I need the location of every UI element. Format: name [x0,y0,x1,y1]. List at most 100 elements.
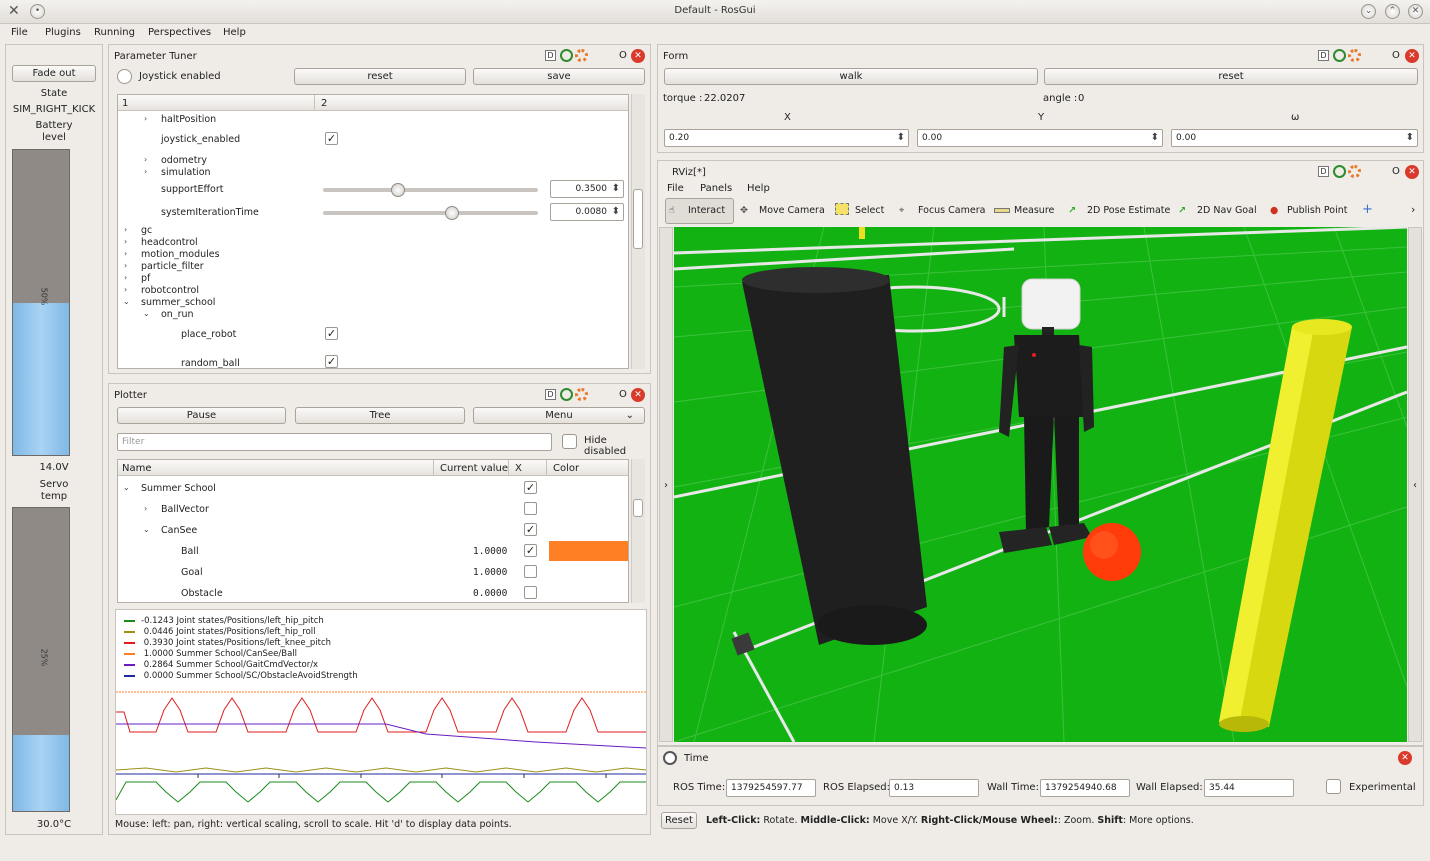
close-panel-icon[interactable]: ✕ [631,49,645,63]
left-dock-toggle[interactable]: › [659,227,673,742]
minimize-button[interactable]: ⌄ [1361,4,1376,19]
color-column-header[interactable]: Color [553,463,579,474]
options-icon[interactable]: O [619,389,627,400]
signal-plot-checkbox[interactable] [524,586,537,599]
menu-help[interactable]: Help [223,27,246,38]
filter-input[interactable]: Filter [117,433,552,451]
tree-item-haltposition[interactable]: haltPosition [161,114,216,125]
tree-item-simulation[interactable]: simulation [161,167,211,178]
systemiterationtime-slider[interactable] [323,206,538,220]
reload-icon[interactable] [1333,165,1346,178]
y-spinbox[interactable]: 0.00 [917,129,1163,147]
joystick-enabled-checkbox[interactable]: ✓ [325,132,338,145]
signal-plot-checkbox[interactable]: ✓ [524,481,537,494]
tool-move-camera[interactable]: Move Camera [759,205,825,216]
save-button[interactable]: save [473,68,645,85]
ros-elapsed-field[interactable]: 0.13 [889,779,979,797]
help-lifebuoy-icon[interactable] [575,49,588,62]
joystick-radio[interactable] [117,69,132,84]
tree-item-headcontrol[interactable]: headcontrol [141,237,198,248]
collapse-arrow-icon[interactable]: ⌄ [143,309,150,318]
collapse-arrow-icon[interactable]: ⌄ [123,483,130,492]
tree-item-systemiterationtime[interactable]: systemIterationTime [161,207,259,218]
supporteffort-slider[interactable] [323,183,538,197]
experimental-checkbox[interactable] [1326,779,1341,794]
help-lifebuoy-icon[interactable] [575,388,588,401]
systemiterationtime-spinbox[interactable]: 0.0080 [550,203,624,221]
close-panel-icon[interactable]: ✕ [1398,751,1412,765]
signal-plot-checkbox[interactable] [524,565,537,578]
signal-row-name[interactable]: Goal [181,567,203,578]
tree-item-odometry[interactable]: odometry [161,155,207,166]
parameter-tree-scrollbar[interactable] [631,94,645,369]
rviz-3d-viewport[interactable] [674,227,1407,742]
menu-running[interactable]: Running [94,27,135,38]
tree-item-place-robot[interactable]: place_robot [181,329,236,340]
signal-plot-checkbox[interactable]: ✓ [524,523,537,536]
signal-plot-checkbox[interactable] [524,502,537,515]
tree-item-pf[interactable]: pf [141,273,150,284]
menu-perspectives[interactable]: Perspectives [148,27,211,38]
close-window-button[interactable]: ✕ [1408,4,1423,19]
tool-focus-camera[interactable]: Focus Camera [918,205,985,216]
tree-item-robotcontrol[interactable]: robotcontrol [141,285,199,296]
reload-icon[interactable] [1333,49,1346,62]
scrollbar-thumb[interactable] [633,189,643,249]
supporteffort-spinbox[interactable]: 0.3500 [550,180,624,198]
chevron-right-icon[interactable]: › [1411,203,1415,216]
tree-item-supporteffort[interactable]: supportEffort [161,184,223,195]
ros-time-field[interactable]: 1379254597.77 [726,779,816,797]
expand-arrow-icon[interactable]: › [144,504,147,513]
tree-item-joystick-enabled[interactable]: joystick_enabled [161,134,240,145]
fade-out-button[interactable]: Fade out [12,65,96,82]
expand-arrow-icon[interactable]: › [124,249,127,258]
expand-arrow-icon[interactable]: › [124,237,127,246]
tool-publish-point[interactable]: Publish Point [1287,205,1347,216]
reset-view-button[interactable]: Reset [661,812,697,829]
menu-plugins[interactable]: Plugins [45,27,81,38]
help-lifebuoy-icon[interactable] [1348,49,1361,62]
options-icon[interactable]: O [1392,166,1400,177]
random-ball-checkbox[interactable]: ✓ [325,355,338,368]
dock-icon[interactable]: D [1318,50,1329,61]
help-lifebuoy-icon[interactable] [1348,165,1361,178]
reload-icon[interactable] [560,49,573,62]
options-icon[interactable]: O [1392,50,1400,61]
column-1-header[interactable]: 1 [122,98,128,109]
plot-signal-tree[interactable]: Name Current value X Color ⌄ Summer Scho… [117,459,629,603]
scrollbar-thumb[interactable] [633,499,643,517]
close-panel-icon[interactable]: ✕ [1405,49,1419,63]
collapse-arrow-icon[interactable]: ⌄ [143,525,150,534]
close-panel-icon[interactable]: ✕ [631,388,645,402]
tree-item-summer-school[interactable]: summer_school [141,297,215,308]
close-panel-icon[interactable]: ✕ [1405,165,1419,179]
signal-row-name[interactable]: CanSee [161,525,197,536]
tree-button[interactable]: Tree [295,407,465,424]
dock-icon[interactable]: D [545,389,556,400]
x-column-header[interactable]: X [515,463,522,474]
wall-elapsed-field[interactable]: 35.44 [1204,779,1294,797]
rviz-menu-panels[interactable]: Panels [700,183,732,194]
add-tool-icon[interactable]: + [1362,202,1373,217]
tree-item-gc[interactable]: gc [141,225,152,236]
collapse-arrow-icon[interactable]: ⌄ [123,297,130,306]
dock-icon[interactable]: D [1318,166,1329,177]
expand-arrow-icon[interactable]: › [124,285,127,294]
signal-color-swatch[interactable] [549,541,628,561]
options-icon[interactable]: O [619,50,627,61]
signal-row-name[interactable]: Obstacle [181,588,223,599]
menu-dropdown-button[interactable]: Menu ⌄ [473,407,645,424]
walk-button[interactable]: walk [664,68,1038,85]
tree-item-on-run[interactable]: on_run [161,309,194,320]
tool-2d-nav-goal[interactable]: 2D Nav Goal [1197,205,1257,216]
pause-button[interactable]: Pause [117,407,286,424]
reload-icon[interactable] [560,388,573,401]
rviz-menu-help[interactable]: Help [747,183,770,194]
expand-arrow-icon[interactable]: › [124,261,127,270]
reset-button[interactable]: reset [294,68,466,85]
tree-item-particle-filter[interactable]: particle_filter [141,261,204,272]
maximize-button[interactable]: ⌃ [1385,4,1400,19]
slider-handle[interactable] [445,206,459,220]
right-dock-toggle[interactable]: ‹ [1408,227,1422,742]
form-reset-button[interactable]: reset [1044,68,1418,85]
